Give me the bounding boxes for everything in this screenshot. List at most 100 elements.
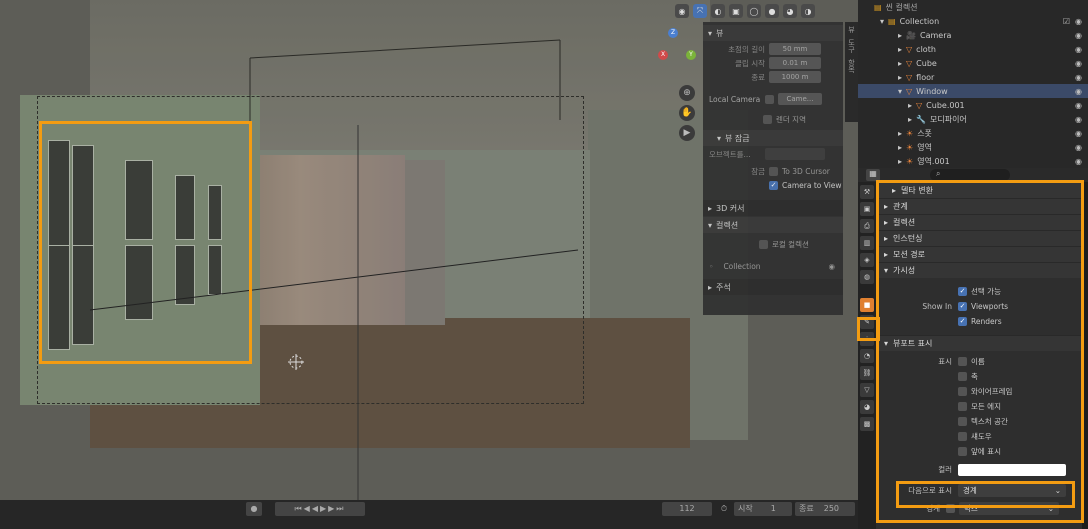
expand-arrow-icon[interactable]: ▸ <box>898 73 902 82</box>
scene-tab-icon[interactable]: ◈ <box>860 253 874 267</box>
clip-start-field[interactable]: 0.01 m <box>769 57 821 69</box>
constraints-tab-icon[interactable]: ⛓ <box>860 366 874 380</box>
eye-icon[interactable]: ◉ <box>1075 17 1082 26</box>
outliner-list: ▸ 🎥 Camera ◉ ▸ ▽ cloth ◉ ▸ ▽ Cube ◉ ▸ ▽ floor ◉ ▾ ▽ Window… <box>858 28 1088 168</box>
properties-tab-column: ⚒ ▣ ⎙ ▥ ◈ ◍ ■ ✎ ⁘ ◔ ⛓ ▽ ◕ ▩ <box>858 182 876 529</box>
outliner-item[interactable]: ▸ ▽ cloth ◉ <box>858 42 1088 56</box>
eye-icon[interactable]: ◉ <box>1075 73 1082 82</box>
eye-icon[interactable]: ◉ <box>1075 59 1082 68</box>
expand-arrow-icon[interactable]: ▸ <box>898 31 902 40</box>
local-collection-checkbox[interactable] <box>759 239 768 249</box>
collection-list-item[interactable]: ◦ Collection ◉ <box>703 259 843 273</box>
data-tab-icon[interactable]: ▽ <box>860 383 874 397</box>
focal-length-field[interactable]: 50 mm <box>769 43 821 55</box>
tab-tool[interactable]: 도구 <box>847 39 857 53</box>
eye-icon[interactable]: ◉ <box>1075 101 1082 110</box>
tab-item[interactable]: 항목 <box>847 59 857 73</box>
outliner-item[interactable]: ▸ 🔧 모디파이어 ◉ <box>858 112 1088 126</box>
outliner-item[interactable]: ▸ ▽ floor ◉ <box>858 70 1088 84</box>
view-section-header[interactable]: ▾ 뷰 <box>703 25 843 41</box>
pan-hand-icon[interactable]: ✋ <box>679 105 695 121</box>
outliner-item[interactable]: ▸ ▽ Cube.001 ◉ <box>858 98 1088 112</box>
local-camera-row: Local Camera Came... <box>703 92 843 106</box>
lock-object-label: 오브젝트를... <box>709 149 751 159</box>
current-frame-field[interactable]: 112 <box>662 502 712 516</box>
expand-arrow-icon[interactable]: ▾ <box>898 87 902 96</box>
gizmo-x-icon[interactable]: X <box>658 50 668 60</box>
world-tab-icon[interactable]: ◍ <box>860 270 874 284</box>
clock-icon[interactable]: ⏱ <box>718 502 730 516</box>
outliner-item[interactable]: ▸ ☀ 영역.001 ◉ <box>858 154 1088 168</box>
texture-tab-icon[interactable]: ▩ <box>860 417 874 431</box>
eye-icon[interactable]: ◉ <box>1075 143 1082 152</box>
eye-icon[interactable]: ◉ <box>1075 157 1082 166</box>
checkbox-icon[interactable]: ☑ <box>1063 17 1070 26</box>
render-region-checkbox[interactable] <box>763 114 772 124</box>
render-tab-icon[interactable]: ▣ <box>860 202 874 216</box>
zoom-icon[interactable]: ⊕ <box>679 85 695 101</box>
expand-arrow-icon[interactable]: ▸ <box>898 157 902 166</box>
timeline-bar: ● ⏮◀◀▶▶⏭ 112 ⏱ 시작 1 종료 250 <box>0 500 858 529</box>
3d-cursor-section-header[interactable]: ▸ 3D 커서 <box>703 200 843 216</box>
expand-arrow-icon[interactable]: ▸ <box>908 115 912 124</box>
expand-arrow-icon[interactable]: ▸ <box>898 59 902 68</box>
outliner-item-label: floor <box>916 72 935 82</box>
local-camera-field[interactable]: Came... <box>778 93 822 105</box>
navigation-buttons: ⊕ ✋ ▶ <box>679 85 695 141</box>
collection-section-header[interactable]: ▾ 컬렉션 <box>703 217 843 233</box>
end-frame-field[interactable]: 종료 250 <box>795 502 855 516</box>
overlay-icon[interactable]: ◐ <box>711 4 725 18</box>
to-3d-cursor-checkbox[interactable] <box>769 166 778 176</box>
gizmo-z-icon[interactable]: Z <box>668 28 678 38</box>
xray-icon[interactable]: ▣ <box>729 4 743 18</box>
lock-object-field[interactable] <box>765 148 825 160</box>
camera-to-view-checkbox[interactable]: ✓ <box>769 180 778 190</box>
expand-arrow-icon[interactable]: ▸ <box>898 129 902 138</box>
end-value: 250 <box>823 504 840 513</box>
expand-arrow-icon[interactable]: ▸ <box>908 101 912 110</box>
shading-material-icon[interactable]: ◕ <box>783 4 797 18</box>
output-tab-icon[interactable]: ⎙ <box>860 219 874 233</box>
scene-collection-row[interactable]: ▤ 씬 컬렉션 <box>858 0 1088 14</box>
physics-tab-icon[interactable]: ◔ <box>860 349 874 363</box>
shading-rendered-icon[interactable]: ◑ <box>801 4 815 18</box>
eye-icon[interactable]: ◉ <box>1075 115 1082 124</box>
outliner-item[interactable]: ▸ ☀ 스폿 ◉ <box>858 126 1088 140</box>
eye-icon[interactable]: ◉ <box>1075 31 1082 40</box>
gizmo-y-icon[interactable]: Y <box>686 50 696 60</box>
eye-icon[interactable]: ◉ <box>1075 129 1082 138</box>
outliner-item[interactable]: ▾ ▽ Window ◉ <box>858 84 1088 98</box>
start-frame-field[interactable]: 시작 1 <box>734 502 792 516</box>
visibility-icon[interactable]: ◉ <box>675 4 689 18</box>
tool-tab-icon[interactable]: ⚒ <box>860 185 874 199</box>
local-camera-checkbox[interactable] <box>765 94 774 104</box>
eye-icon[interactable]: ◉ <box>1075 87 1082 96</box>
object-tab-icon[interactable]: ■ <box>860 298 874 312</box>
eye-icon[interactable]: ◉ <box>1075 45 1082 54</box>
outliner-item[interactable]: ▸ ☀ 영역 ◉ <box>858 140 1088 154</box>
camera-view-icon[interactable]: ▶ <box>679 125 695 141</box>
expand-arrow-icon[interactable]: ▸ <box>898 143 902 152</box>
record-icon[interactable]: ● <box>246 502 262 516</box>
outliner-item[interactable]: ▸ 🎥 Camera ◉ <box>858 28 1088 42</box>
3d-cursor-label: 3D 커서 <box>716 203 745 213</box>
3d-viewport[interactable]: ◉ ⤧ ◐ ▣ ◯ ● ◕ ◑ Z X Y ⊕ ✋ ▶ ▾ 뷰 초점의 길이 50 … <box>0 0 858 529</box>
view-layer-tab-icon[interactable]: ▥ <box>860 236 874 250</box>
tab-view[interactable]: 뷰 <box>847 26 857 33</box>
navigation-gizmo[interactable]: Z X Y <box>648 28 698 78</box>
shading-solid-icon[interactable]: ● <box>765 4 779 18</box>
view-lock-section-header[interactable]: ▾ 뷰 잠금 <box>703 130 843 146</box>
highlight-window-object <box>39 121 252 364</box>
collection-row[interactable]: ▾ ▤ Collection ☑ ◉ <box>858 14 1088 28</box>
eye-icon[interactable]: ◉ <box>828 262 835 271</box>
clip-end-field[interactable]: 1000 m <box>769 71 821 83</box>
shading-wire-icon[interactable]: ◯ <box>747 4 761 18</box>
material-tab-icon[interactable]: ◕ <box>860 400 874 414</box>
local-collection-row: 로컬 컬렉션 <box>703 237 843 251</box>
gizmo-toggle-icon[interactable]: ⤧ <box>693 4 707 18</box>
annotation-section-header[interactable]: ▸ 주석 <box>703 279 843 295</box>
expand-arrow-icon[interactable]: ▸ <box>898 45 902 54</box>
outliner-item[interactable]: ▸ ▽ Cube ◉ <box>858 56 1088 70</box>
playback-controls[interactable]: ⏮◀◀▶▶⏭ <box>275 502 365 516</box>
outliner-item-label: 모디파이어 <box>929 114 967 124</box>
